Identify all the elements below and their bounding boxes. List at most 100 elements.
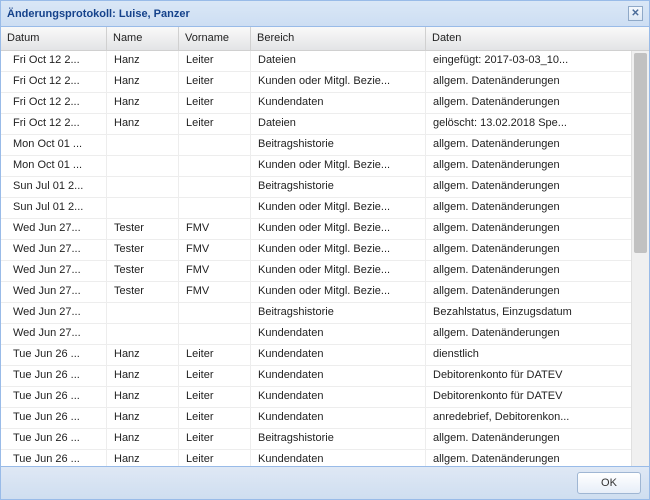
- table-row[interactable]: Tue Jun 26 ...HanzLeiterKundendatenallge…: [1, 450, 631, 466]
- cell-vorname: Leiter: [179, 408, 251, 428]
- cell-daten: Debitorenkonto für DATEV: [426, 366, 631, 386]
- col-header-name[interactable]: Name: [107, 27, 179, 50]
- cell-vorname: Leiter: [179, 51, 251, 71]
- ok-button[interactable]: OK: [577, 472, 641, 494]
- titlebar: Änderungsprotokoll: Luise, Panzer ✕: [1, 1, 649, 27]
- cell-name: Hanz: [107, 345, 179, 365]
- cell-bereich: Kunden oder Mitgl. Bezie...: [251, 240, 426, 260]
- table-row[interactable]: Mon Oct 01 ... Kunden oder Mitgl. Bezie..…: [1, 156, 631, 177]
- cell-vorname: FMV: [179, 219, 251, 239]
- close-button[interactable]: ✕: [628, 6, 643, 21]
- cell-name: Hanz: [107, 387, 179, 407]
- cell-datum: Wed Jun 27...: [1, 282, 107, 302]
- grid-body: Fri Oct 12 2...HanzLeiterDateieneingefüg…: [1, 51, 631, 466]
- cell-datum: Tue Jun 26 ...: [1, 450, 107, 466]
- cell-name: Tester: [107, 219, 179, 239]
- col-header-bereich[interactable]: Bereich: [251, 27, 426, 50]
- table-row[interactable]: Wed Jun 27...TesterFMVKunden oder Mitgl.…: [1, 219, 631, 240]
- cell-vorname: Leiter: [179, 450, 251, 466]
- cell-daten: anredebrief, Debitorenkon...: [426, 408, 631, 428]
- cell-bereich: Beitragshistorie: [251, 303, 426, 323]
- cell-datum: Tue Jun 26 ...: [1, 387, 107, 407]
- cell-daten: gelöscht: 13.02.2018 Spe...: [426, 114, 631, 134]
- table-row[interactable]: Fri Oct 12 2...HanzLeiterKundendatenallg…: [1, 93, 631, 114]
- cell-vorname: Leiter: [179, 366, 251, 386]
- scrollbar-thumb[interactable]: [634, 53, 647, 253]
- table-row[interactable]: Fri Oct 12 2...HanzLeiterDateieneingefüg…: [1, 51, 631, 72]
- cell-vorname: Leiter: [179, 72, 251, 92]
- col-header-datum[interactable]: Datum: [1, 27, 107, 50]
- cell-vorname: FMV: [179, 261, 251, 281]
- cell-daten: eingefügt: 2017-03-03_10...: [426, 51, 631, 71]
- cell-daten: Debitorenkonto für DATEV: [426, 387, 631, 407]
- table-row[interactable]: Tue Jun 26 ...HanzLeiterKundendatendiens…: [1, 345, 631, 366]
- cell-daten: Bezahlstatus, Einzugsdatum: [426, 303, 631, 323]
- cell-name: [107, 303, 179, 323]
- cell-datum: Tue Jun 26 ...: [1, 408, 107, 428]
- table-row[interactable]: Wed Jun 27... BeitragshistorieBezahlstatu…: [1, 303, 631, 324]
- cell-daten: allgem. Datenänderungen: [426, 219, 631, 239]
- cell-bereich: Kunden oder Mitgl. Bezie...: [251, 219, 426, 239]
- cell-datum: Fri Oct 12 2...: [1, 72, 107, 92]
- table-row[interactable]: Fri Oct 12 2...HanzLeiterKunden oder Mit…: [1, 72, 631, 93]
- cell-daten: allgem. Datenänderungen: [426, 450, 631, 466]
- cell-datum: Wed Jun 27...: [1, 240, 107, 260]
- cell-vorname: Leiter: [179, 429, 251, 449]
- col-header-daten[interactable]: Daten: [426, 27, 649, 50]
- dialog-window: Änderungsprotokoll: Luise, Panzer ✕ Datu…: [0, 0, 650, 500]
- cell-bereich: Dateien: [251, 51, 426, 71]
- cell-name: Hanz: [107, 408, 179, 428]
- cell-datum: Wed Jun 27...: [1, 261, 107, 281]
- cell-daten: allgem. Datenänderungen: [426, 135, 631, 155]
- window-title: Änderungsprotokoll: Luise, Panzer: [7, 8, 628, 20]
- cell-vorname: Leiter: [179, 345, 251, 365]
- table-row[interactable]: Fri Oct 12 2...HanzLeiterDateiengelöscht…: [1, 114, 631, 135]
- cell-name: Hanz: [107, 72, 179, 92]
- table-row[interactable]: Sun Jul 01 2...Kunden oder Mitgl. Bezie.…: [1, 198, 631, 219]
- cell-name: [107, 135, 179, 155]
- table-row[interactable]: Wed Jun 27...TesterFMVKunden oder Mitgl.…: [1, 282, 631, 303]
- cell-datum: Tue Jun 26 ...: [1, 366, 107, 386]
- table-row[interactable]: Tue Jun 26 ...HanzLeiterKundendatenDebit…: [1, 366, 631, 387]
- table-row[interactable]: Mon Oct 01 ...Beitragshistorieallgem. Da…: [1, 135, 631, 156]
- cell-daten: allgem. Datenänderungen: [426, 240, 631, 260]
- table-row[interactable]: Wed Jun 27...Kundendatenallgem. Datenänd…: [1, 324, 631, 345]
- table-row[interactable]: Wed Jun 27...TesterFMVKunden oder Mitgl.…: [1, 240, 631, 261]
- cell-datum: Wed Jun 27...: [1, 219, 107, 239]
- cell-vorname: FMV: [179, 240, 251, 260]
- cell-daten: dienstlich: [426, 345, 631, 365]
- col-header-vorname[interactable]: Vorname: [179, 27, 251, 50]
- table-row[interactable]: Tue Jun 26 ...HanzLeiterKundendatenDebit…: [1, 387, 631, 408]
- cell-name: Hanz: [107, 114, 179, 134]
- table-row[interactable]: Sun Jul 01 2...Beitragshistorieallgem. D…: [1, 177, 631, 198]
- cell-name: Hanz: [107, 429, 179, 449]
- dialog-footer: OK: [1, 466, 649, 499]
- cell-bereich: Kundendaten: [251, 408, 426, 428]
- table-row[interactable]: Wed Jun 27...TesterFMVKunden oder Mitgl.…: [1, 261, 631, 282]
- cell-daten: allgem. Datenänderungen: [426, 324, 631, 344]
- cell-bereich: Kundendaten: [251, 345, 426, 365]
- table-row[interactable]: Tue Jun 26 ...HanzLeiterBeitragshistorie…: [1, 429, 631, 450]
- grid-header: Datum Name Vorname Bereich Daten: [1, 27, 649, 51]
- cell-bereich: Kunden oder Mitgl. Bezie...: [251, 261, 426, 281]
- cell-datum: Wed Jun 27...: [1, 303, 107, 323]
- cell-bereich: Beitragshistorie: [251, 135, 426, 155]
- vertical-scrollbar[interactable]: [631, 51, 649, 466]
- cell-name: [107, 177, 179, 197]
- cell-datum: Mon Oct 01 ...: [1, 156, 107, 176]
- cell-bereich: Kundendaten: [251, 387, 426, 407]
- cell-daten: allgem. Datenänderungen: [426, 282, 631, 302]
- cell-bereich: Kunden oder Mitgl. Bezie...: [251, 156, 426, 176]
- cell-daten: allgem. Datenänderungen: [426, 156, 631, 176]
- cell-bereich: Kunden oder Mitgl. Bezie...: [251, 282, 426, 302]
- cell-name: Hanz: [107, 93, 179, 113]
- cell-bereich: Beitragshistorie: [251, 429, 426, 449]
- close-icon: ✕: [631, 9, 639, 19]
- cell-datum: Tue Jun 26 ...: [1, 345, 107, 365]
- cell-vorname: [179, 198, 251, 218]
- table-row[interactable]: Tue Jun 26 ...HanzLeiterKundendatenanred…: [1, 408, 631, 429]
- cell-datum: Sun Jul 01 2...: [1, 177, 107, 197]
- cell-name: [107, 156, 179, 176]
- cell-daten: allgem. Datenänderungen: [426, 72, 631, 92]
- cell-bereich: Kunden oder Mitgl. Bezie...: [251, 198, 426, 218]
